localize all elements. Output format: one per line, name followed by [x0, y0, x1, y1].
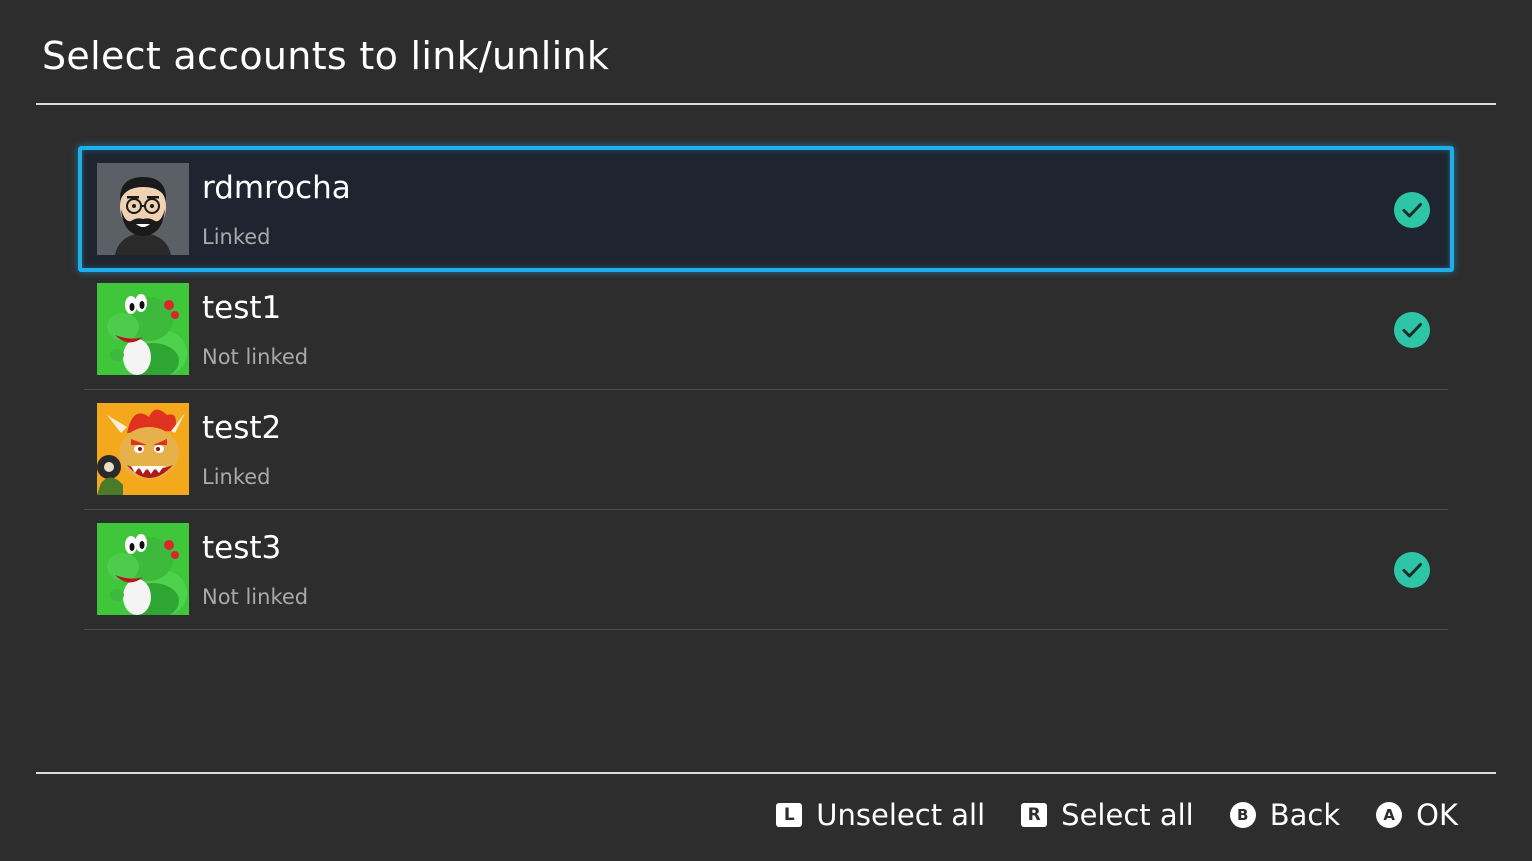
focus-highlight	[78, 146, 1454, 272]
ok-button[interactable]: A OK	[1376, 798, 1458, 832]
screen: Select accounts to link/unlink rdmrocha …	[0, 0, 1532, 861]
checkmark-icon	[1394, 552, 1430, 588]
account-name: test2	[202, 410, 282, 446]
button-hints-bar: L Unselect all R Select all B Back A OK	[776, 798, 1458, 832]
footer-divider	[36, 772, 1496, 774]
account-row-rdmrocha[interactable]: rdmrocha Linked	[78, 146, 1454, 272]
account-row-test3[interactable]: test3 Not linked	[84, 510, 1448, 630]
a-button-icon: A	[1376, 802, 1403, 828]
account-name: test1	[202, 290, 282, 326]
link-status: Linked	[202, 465, 271, 489]
select-all-button[interactable]: R Select all	[1021, 798, 1194, 832]
checkmark-icon	[1394, 312, 1430, 348]
l-button-icon: L	[776, 803, 803, 827]
select-all-label: Select all	[1061, 798, 1194, 832]
yoshi-avatar-icon	[97, 283, 189, 375]
checkmark-icon	[1394, 192, 1430, 228]
link-status: Not linked	[202, 345, 309, 369]
r-button-icon: R	[1021, 803, 1048, 827]
unselect-all-button[interactable]: L Unselect all	[776, 798, 985, 832]
account-list: rdmrocha Linked test1 Not linked test2 L…	[78, 146, 1454, 630]
bowser-avatar-icon	[97, 403, 189, 495]
back-label: Back	[1269, 798, 1341, 832]
account-row-test2[interactable]: test2 Linked	[84, 390, 1448, 510]
link-status: Linked	[202, 225, 271, 249]
link-status: Not linked	[202, 585, 309, 609]
account-name: test3	[202, 530, 282, 566]
back-button[interactable]: B Back	[1229, 798, 1341, 832]
account-name: rdmrocha	[202, 170, 351, 206]
ok-label: OK	[1416, 798, 1458, 832]
b-button-icon: B	[1229, 802, 1256, 828]
header-divider	[36, 103, 1496, 105]
page-title: Select accounts to link/unlink	[42, 34, 610, 78]
mii-avatar-icon	[97, 163, 189, 255]
yoshi-avatar-icon	[97, 523, 189, 615]
account-row-test1[interactable]: test1 Not linked	[84, 270, 1448, 390]
unselect-all-label: Unselect all	[816, 798, 986, 832]
